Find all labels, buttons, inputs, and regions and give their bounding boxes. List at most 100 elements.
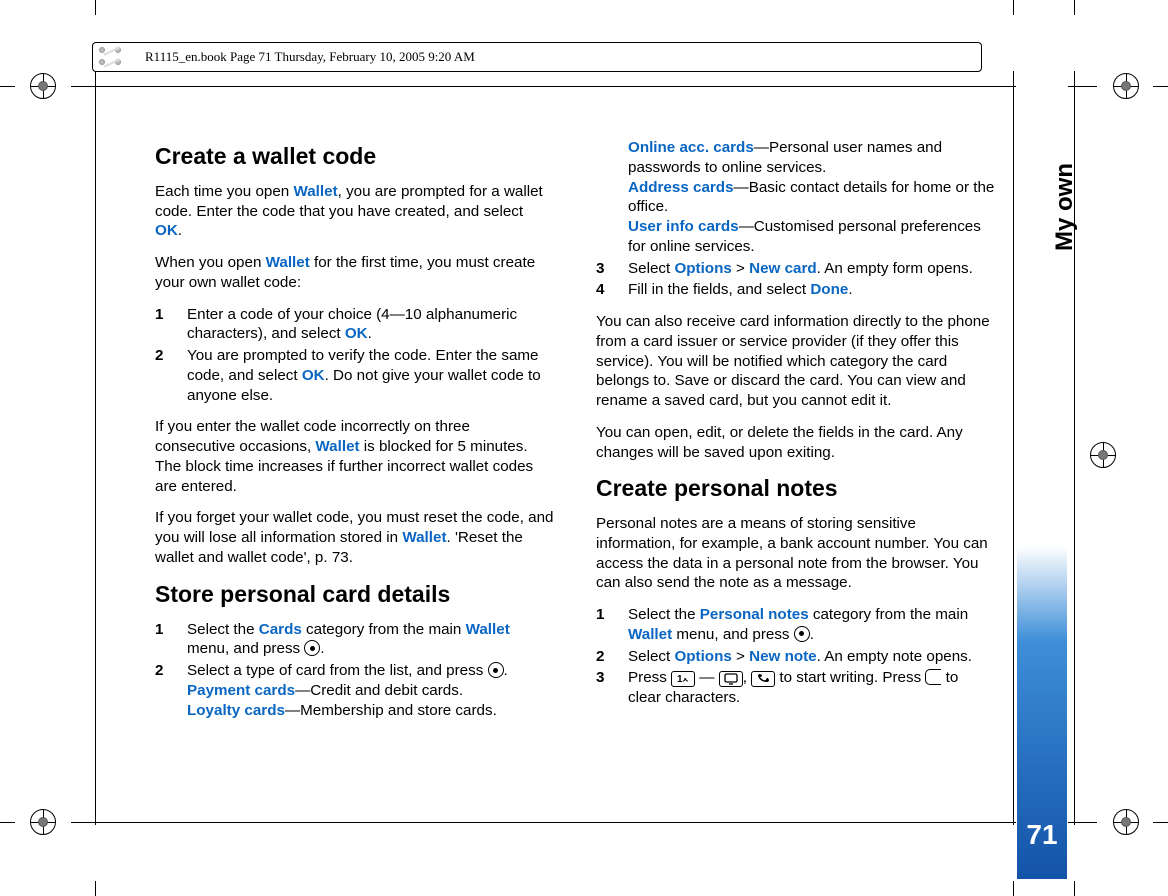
list-number: 2 (596, 647, 628, 667)
list-item: 4 Fill in the fields, and select Done. (596, 280, 995, 300)
spiral-binding-icon (93, 43, 139, 71)
text: Select (628, 260, 674, 277)
key-screen-icon (719, 671, 743, 687)
page-number: 71 (1017, 819, 1067, 851)
list-item: 2 Select Options > New note. An empty no… (596, 647, 995, 667)
key-phone-icon (751, 671, 775, 687)
paragraph: You can also receive card information di… (596, 312, 995, 411)
paragraph: You can open, edit, or delete the fields… (596, 423, 995, 463)
link-online-acc-cards: Online acc. cards (628, 139, 754, 156)
list-number: 2 (155, 346, 187, 405)
ordered-list: 1 Enter a code of your choice (4—10 alph… (155, 305, 554, 406)
list-item: 2 You are prompted to verify the code. E… (155, 346, 554, 405)
text: . (178, 222, 182, 239)
heading-store-personal-card: Store personal card details (155, 580, 554, 610)
text: . (368, 325, 372, 342)
list-item: Online acc. cards—Personal user names an… (596, 138, 995, 257)
text: . An empty note opens. (817, 648, 972, 665)
paragraph: If you forget your wallet code, you must… (155, 508, 554, 567)
link-wallet: Wallet (266, 254, 310, 271)
list-item: 1 Enter a code of your choice (4—10 alph… (155, 305, 554, 345)
paragraph: When you open Wallet for the first time,… (155, 253, 554, 293)
link-options: Options (674, 260, 731, 277)
text: > (732, 648, 749, 665)
column-left: Create a wallet code Each time you open … (155, 138, 554, 732)
text: . (848, 281, 852, 298)
link-new-card: New card (749, 260, 817, 277)
nav-key-icon (488, 662, 504, 678)
text: —Membership and store cards. (285, 702, 497, 719)
list-text: Select Options > New note. An empty note… (628, 647, 995, 667)
pdf-meta-bar: R1115_en.book Page 71 Thursday, February… (92, 42, 982, 72)
registration-mark-mid-outer (1090, 442, 1116, 468)
list-text: Online acc. cards—Personal user names an… (628, 138, 995, 257)
list-text: Press 1 — , to start writing. Press to c… (628, 668, 995, 708)
page-content: Create a wallet code Each time you open … (155, 138, 995, 732)
text: category from the main (302, 621, 466, 638)
list-text: Select a type of card from the list, and… (187, 661, 554, 720)
sidebar: My own 71 (1016, 86, 1068, 880)
link-new-note: New note (749, 648, 817, 665)
list-number (596, 138, 628, 257)
section-label: My own (1051, 163, 1079, 251)
list-text: Select Options > New card. An empty form… (628, 259, 995, 279)
text: menu, and press (187, 640, 304, 657)
list-number: 1 (596, 605, 628, 645)
link-payment-cards: Payment cards (187, 682, 295, 699)
paragraph: If you enter the wallet code incorrectly… (155, 417, 554, 496)
registration-mark-bl (30, 809, 56, 835)
text: menu, and press (672, 626, 794, 643)
text: . An empty form opens. (817, 260, 973, 277)
nav-key-icon (304, 640, 320, 656)
link-ok: OK (155, 222, 178, 239)
list-text: Fill in the fields, and select Done. (628, 280, 995, 300)
link-address-cards: Address cards (628, 179, 734, 196)
heading-create-personal-notes: Create personal notes (596, 474, 995, 504)
list-text: Select the Personal notes category from … (628, 605, 995, 645)
list-number: 3 (596, 668, 628, 708)
text: > (732, 260, 749, 277)
ordered-list: 1 Select the Personal notes category fro… (596, 605, 995, 708)
link-loyalty-cards: Loyalty cards (187, 702, 285, 719)
link-wallet: Wallet (293, 183, 337, 200)
list-number: 1 (155, 305, 187, 345)
key-one-icon: 1 (671, 671, 695, 687)
link-ok: OK (345, 325, 368, 342)
link-options: Options (674, 648, 731, 665)
list-text: You are prompted to verify the code. Ent… (187, 346, 554, 405)
link-cards: Cards (259, 621, 302, 638)
paragraph: Each time you open Wallet, you are promp… (155, 182, 554, 241)
list-text: Select the Cards category from the main … (187, 620, 554, 660)
list-continuation: Online acc. cards—Personal user names an… (596, 138, 995, 300)
link-done: Done (810, 281, 848, 298)
text: to start writing. Press (779, 669, 925, 686)
paragraph: Personal notes are a means of storing se… (596, 514, 995, 593)
text: — (699, 669, 718, 686)
text: Select (628, 648, 674, 665)
ordered-list: 1 Select the Cards category from the mai… (155, 620, 554, 721)
link-ok: OK (302, 367, 325, 384)
key-clear-icon (925, 669, 941, 685)
column-right: Online acc. cards—Personal user names an… (596, 138, 995, 732)
list-item: 3 Select Options > New card. An empty fo… (596, 259, 995, 279)
registration-mark-tr (1113, 73, 1139, 99)
text: Select the (187, 621, 259, 638)
link-user-info-cards: User info cards (628, 218, 739, 235)
link-wallet: Wallet (466, 621, 510, 638)
list-item: 1 Select the Cards category from the mai… (155, 620, 554, 660)
text: Each time you open (155, 183, 293, 200)
text: Select the (628, 606, 700, 623)
link-wallet: Wallet (315, 438, 359, 455)
list-item: 2 Select a type of card from the list, a… (155, 661, 554, 720)
list-item: 1 Select the Personal notes category fro… (596, 605, 995, 645)
link-personal-notes: Personal notes (700, 606, 809, 623)
link-wallet: Wallet (628, 626, 672, 643)
list-item: 3 Press 1 — , to start writing. Press to… (596, 668, 995, 708)
list-number: 3 (596, 259, 628, 279)
text: Fill in the fields, and select (628, 281, 810, 298)
svg-text:1: 1 (677, 674, 683, 685)
list-text: Enter a code of your choice (4—10 alphan… (187, 305, 554, 345)
text: Press (628, 669, 671, 686)
link-wallet: Wallet (402, 529, 446, 546)
nav-key-icon (794, 626, 810, 642)
